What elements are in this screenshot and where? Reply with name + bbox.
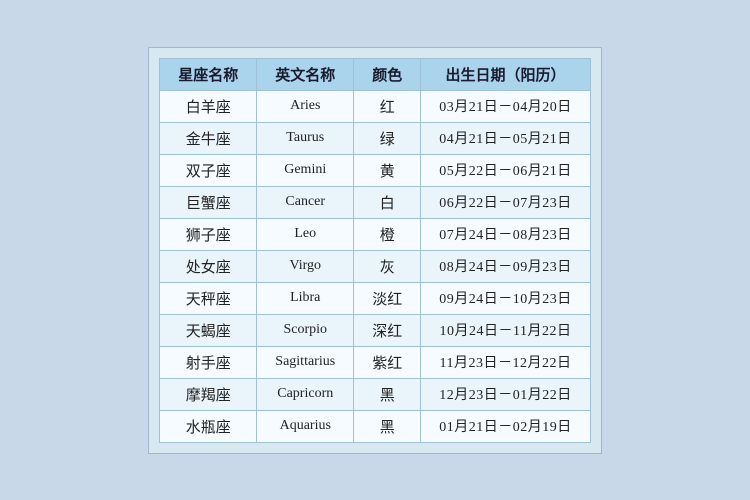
- cell-color: 灰: [354, 250, 421, 282]
- table-row: 狮子座Leo橙07月24日－08月23日: [160, 218, 591, 250]
- cell-dates: 06月22日－07月23日: [421, 186, 591, 218]
- cell-dates: 07月24日－08月23日: [421, 218, 591, 250]
- cell-english-name: Leo: [257, 218, 354, 250]
- cell-dates: 09月24日－10月23日: [421, 282, 591, 314]
- cell-english-name: Aries: [257, 90, 354, 122]
- table-row: 天秤座Libra淡红09月24日－10月23日: [160, 282, 591, 314]
- cell-color: 淡红: [354, 282, 421, 314]
- cell-dates: 08月24日－09月23日: [421, 250, 591, 282]
- cell-english-name: Gemini: [257, 154, 354, 186]
- cell-chinese-name: 水瓶座: [160, 410, 257, 442]
- table-row: 射手座Sagittarius紫红11月23日－12月22日: [160, 346, 591, 378]
- cell-chinese-name: 白羊座: [160, 90, 257, 122]
- header-dates: 出生日期（阳历）: [421, 58, 591, 90]
- cell-chinese-name: 射手座: [160, 346, 257, 378]
- cell-english-name: Virgo: [257, 250, 354, 282]
- cell-english-name: Libra: [257, 282, 354, 314]
- cell-color: 橙: [354, 218, 421, 250]
- cell-chinese-name: 天秤座: [160, 282, 257, 314]
- cell-chinese-name: 金牛座: [160, 122, 257, 154]
- header-chinese-name: 星座名称: [160, 58, 257, 90]
- cell-english-name: Aquarius: [257, 410, 354, 442]
- cell-chinese-name: 摩羯座: [160, 378, 257, 410]
- cell-english-name: Capricorn: [257, 378, 354, 410]
- cell-english-name: Sagittarius: [257, 346, 354, 378]
- cell-dates: 04月21日－05月21日: [421, 122, 591, 154]
- table-row: 处女座Virgo灰08月24日－09月23日: [160, 250, 591, 282]
- cell-color: 黑: [354, 378, 421, 410]
- zodiac-table-container: 星座名称 英文名称 颜色 出生日期（阳历） 白羊座Aries红03月21日－04…: [148, 47, 602, 454]
- table-header-row: 星座名称 英文名称 颜色 出生日期（阳历）: [160, 58, 591, 90]
- cell-chinese-name: 双子座: [160, 154, 257, 186]
- cell-color: 白: [354, 186, 421, 218]
- table-row: 天蝎座Scorpio深红10月24日－11月22日: [160, 314, 591, 346]
- table-row: 水瓶座Aquarius黑01月21日－02月19日: [160, 410, 591, 442]
- cell-chinese-name: 天蝎座: [160, 314, 257, 346]
- table-row: 巨蟹座Cancer白06月22日－07月23日: [160, 186, 591, 218]
- header-color: 颜色: [354, 58, 421, 90]
- cell-dates: 12月23日－01月22日: [421, 378, 591, 410]
- cell-dates: 05月22日－06月21日: [421, 154, 591, 186]
- cell-english-name: Cancer: [257, 186, 354, 218]
- cell-chinese-name: 巨蟹座: [160, 186, 257, 218]
- table-row: 双子座Gemini黄05月22日－06月21日: [160, 154, 591, 186]
- table-row: 金牛座Taurus绿04月21日－05月21日: [160, 122, 591, 154]
- cell-english-name: Scorpio: [257, 314, 354, 346]
- cell-color: 黑: [354, 410, 421, 442]
- cell-dates: 10月24日－11月22日: [421, 314, 591, 346]
- cell-english-name: Taurus: [257, 122, 354, 154]
- cell-color: 紫红: [354, 346, 421, 378]
- cell-color: 绿: [354, 122, 421, 154]
- zodiac-table: 星座名称 英文名称 颜色 出生日期（阳历） 白羊座Aries红03月21日－04…: [159, 58, 591, 443]
- cell-color: 红: [354, 90, 421, 122]
- cell-dates: 11月23日－12月22日: [421, 346, 591, 378]
- table-body: 白羊座Aries红03月21日－04月20日金牛座Taurus绿04月21日－0…: [160, 90, 591, 442]
- cell-dates: 01月21日－02月19日: [421, 410, 591, 442]
- header-english-name: 英文名称: [257, 58, 354, 90]
- cell-chinese-name: 狮子座: [160, 218, 257, 250]
- table-row: 白羊座Aries红03月21日－04月20日: [160, 90, 591, 122]
- cell-chinese-name: 处女座: [160, 250, 257, 282]
- cell-dates: 03月21日－04月20日: [421, 90, 591, 122]
- table-row: 摩羯座Capricorn黑12月23日－01月22日: [160, 378, 591, 410]
- cell-color: 黄: [354, 154, 421, 186]
- cell-color: 深红: [354, 314, 421, 346]
